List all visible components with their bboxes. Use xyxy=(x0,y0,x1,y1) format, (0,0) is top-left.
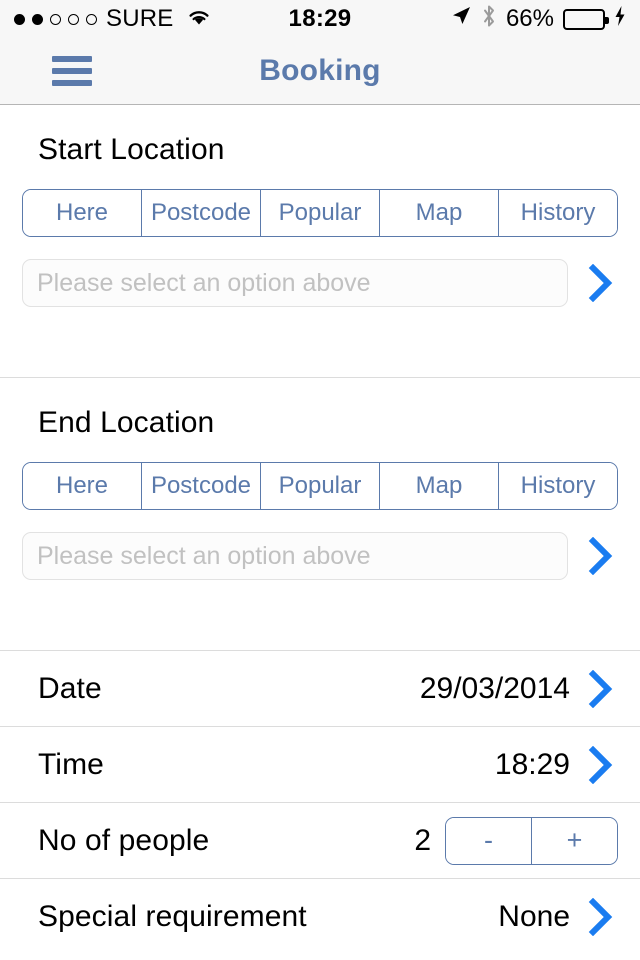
signal-dot-2 xyxy=(32,13,43,25)
status-bar: SURE 18:29 66% xyxy=(0,0,640,38)
row-date-value: 29/03/2014 xyxy=(419,671,570,705)
segment-end-here[interactable]: Here xyxy=(23,463,142,509)
hamburger-bar-2 xyxy=(52,68,92,74)
segment-end-history[interactable]: History xyxy=(499,463,617,509)
segment-end-popular[interactable]: Popular xyxy=(261,463,380,509)
row-time-chevron-right-icon[interactable] xyxy=(584,745,618,785)
row-special-requirement-chevron-right-icon[interactable] xyxy=(584,897,618,937)
navigation-bar: Booking xyxy=(0,38,640,105)
people-quantity-stepper[interactable]: - + xyxy=(445,816,618,865)
charging-bolt-icon xyxy=(614,5,626,33)
end-location-input-row: Please select an option above xyxy=(22,532,618,580)
row-special-requirement-right: None xyxy=(498,897,618,937)
section-title-end-location: End Location xyxy=(38,406,215,439)
row-date[interactable]: Date 29/03/2014 xyxy=(0,651,640,726)
location-arrow-icon xyxy=(450,5,472,33)
row-time-value: 18:29 xyxy=(494,747,570,781)
end-location-segmented-control[interactable]: Here Postcode Popular Map History xyxy=(22,462,618,510)
signal-dot-5 xyxy=(86,13,97,25)
section-title-start-location: Start Location xyxy=(38,133,225,166)
hamburger-menu-icon[interactable] xyxy=(52,56,92,86)
hamburger-bar-3 xyxy=(52,80,92,86)
row-time[interactable]: Time 18:29 xyxy=(0,727,640,802)
row-date-chevron-right-icon[interactable] xyxy=(584,669,618,709)
hamburger-bar-1 xyxy=(52,56,92,62)
section-end-location: End Location Here Postcode Popular Map H… xyxy=(0,378,640,650)
start-location-chevron-right-icon[interactable] xyxy=(584,263,618,303)
row-special-requirement[interactable]: Special requirement None xyxy=(0,879,640,954)
status-bar-right: 66% xyxy=(450,4,626,34)
stepper-decrement-button[interactable]: - xyxy=(446,817,532,864)
end-location-chevron-right-icon[interactable] xyxy=(584,536,618,576)
bluetooth-icon xyxy=(481,4,497,34)
carrier-name: SURE xyxy=(106,5,174,32)
signal-dot-1 xyxy=(14,13,25,25)
battery-percentage: 66% xyxy=(505,5,554,32)
segment-start-map[interactable]: Map xyxy=(380,190,499,236)
segment-start-history[interactable]: History xyxy=(499,190,617,236)
start-location-segmented-control[interactable]: Here Postcode Popular Map History xyxy=(22,189,618,237)
stepper-increment-button[interactable]: + xyxy=(532,817,617,864)
row-special-requirement-value: None xyxy=(498,899,570,933)
row-no-of-people: No of people 2 - + xyxy=(0,803,640,878)
page-title: Booking xyxy=(259,54,381,87)
segment-end-postcode[interactable]: Postcode xyxy=(142,463,261,509)
signal-dot-4 xyxy=(68,13,79,25)
end-location-input[interactable]: Please select an option above xyxy=(22,532,568,580)
segment-start-here[interactable]: Here xyxy=(23,190,142,236)
row-no-of-people-label: No of people xyxy=(38,823,210,857)
row-time-right: 18:29 xyxy=(495,745,618,785)
wifi-icon xyxy=(186,6,212,33)
segment-start-postcode[interactable]: Postcode xyxy=(142,190,261,236)
booking-screen: SURE 18:29 66% Booking Start Location He… xyxy=(0,0,640,960)
signal-strength-indicator xyxy=(14,13,97,25)
row-no-of-people-right: 2 - + xyxy=(414,816,618,865)
start-location-input[interactable]: Please select an option above xyxy=(22,259,568,307)
row-special-requirement-label: Special requirement xyxy=(38,899,307,933)
segment-start-popular[interactable]: Popular xyxy=(261,190,380,236)
row-date-label: Date xyxy=(38,671,102,705)
start-location-input-row: Please select an option above xyxy=(22,259,618,307)
section-start-location: Start Location Here Postcode Popular Map… xyxy=(0,105,640,377)
status-bar-left: SURE xyxy=(14,5,212,33)
row-date-right: 29/03/2014 xyxy=(420,669,618,709)
row-no-of-people-value: 2 xyxy=(414,823,431,857)
content-area: Start Location Here Postcode Popular Map… xyxy=(0,105,640,954)
signal-dot-3 xyxy=(50,13,61,25)
start-location-spacer xyxy=(0,307,640,377)
end-location-spacer xyxy=(0,580,640,650)
row-time-label: Time xyxy=(38,747,104,781)
battery-icon xyxy=(563,8,609,30)
segment-end-map[interactable]: Map xyxy=(380,463,499,509)
